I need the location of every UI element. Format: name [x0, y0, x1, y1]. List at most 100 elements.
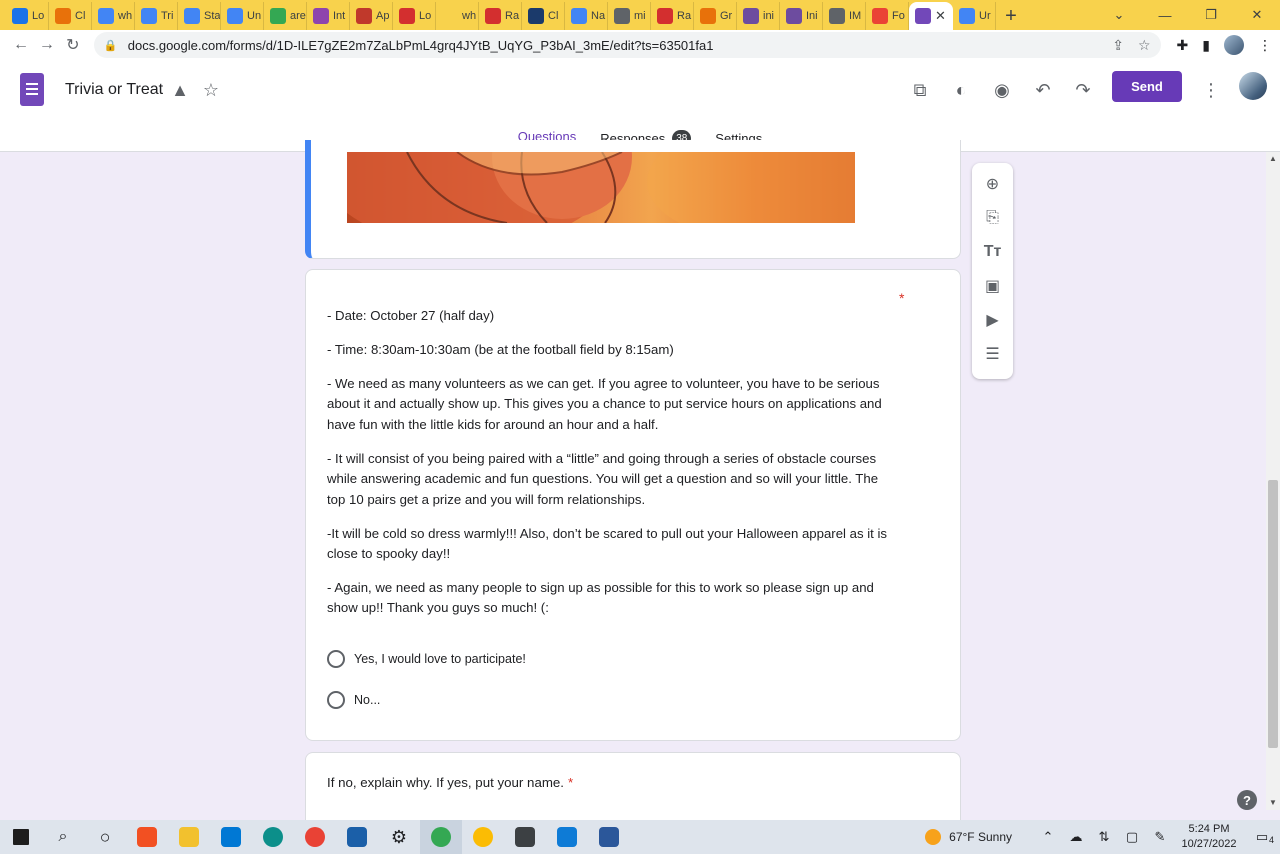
browser-tab[interactable]: Lo	[6, 2, 49, 30]
browser-tab[interactable]: Ini	[780, 2, 823, 30]
tab-label: Ur	[979, 10, 991, 22]
add-question-icon[interactable]: ⊕	[982, 173, 1004, 195]
restore-icon[interactable]: ❐	[1188, 0, 1234, 30]
extensions-icon[interactable]: ✚	[1177, 37, 1189, 54]
scroll-down-arrow-icon[interactable]: ▼	[1269, 798, 1277, 807]
browser-tab[interactable]: Sta	[178, 2, 221, 30]
option-no[interactable]: No...	[327, 691, 380, 709]
radio-button[interactable]	[327, 691, 345, 709]
browser-menu-icon[interactable]: ⋮	[1258, 37, 1272, 54]
reload-icon[interactable]: ↻	[60, 32, 86, 58]
header-image-card[interactable]	[305, 140, 961, 259]
browser-toolbar: ← → ↻ 🔒 docs.google.com/forms/d/1D-ILE7g…	[0, 30, 1280, 60]
form-title[interactable]: Trivia or Treat	[65, 81, 163, 99]
search-icon[interactable]: ⌕	[42, 820, 84, 854]
app-icon[interactable]	[504, 820, 546, 854]
browser-tab[interactable]: ini	[737, 2, 780, 30]
browser-tab[interactable]: Na	[565, 2, 608, 30]
question-card[interactable]: * - Date: October 27 (half day) - Time: …	[305, 269, 961, 741]
tab-favicon-icon	[442, 8, 458, 24]
import-questions-icon[interactable]: ⎘	[982, 207, 1004, 229]
browser-tab-active[interactable]: ✕	[909, 2, 953, 30]
chrome-icon[interactable]	[462, 820, 504, 854]
back-icon[interactable]: ←	[8, 32, 34, 58]
browser-tab[interactable]: Fo	[866, 2, 909, 30]
question-description[interactable]: - Date: October 27 (half day) - Time: 8:…	[327, 306, 895, 632]
share-icon[interactable]: ⇪	[1112, 37, 1124, 54]
meet-icon[interactable]: ▢	[1118, 829, 1146, 845]
chrome-icon[interactable]	[294, 820, 336, 854]
browser-tab[interactable]: are	[264, 2, 307, 30]
forward-icon[interactable]: →	[34, 32, 60, 58]
notifications-icon[interactable]: ▭ 4	[1244, 829, 1280, 845]
new-tab-icon[interactable]: +	[996, 2, 1026, 30]
browser-tab[interactable]: wh	[92, 2, 135, 30]
browser-tab[interactable]: Tri	[135, 2, 178, 30]
close-tab-icon[interactable]: ✕	[935, 8, 946, 24]
customize-theme-icon[interactable]: ◐	[949, 78, 973, 102]
browser-tab[interactable]: mi	[608, 2, 651, 30]
pen-icon[interactable]: ✎	[1146, 829, 1174, 845]
browser-tab[interactable]: IM	[823, 2, 866, 30]
bookmark-star-icon[interactable]: ☆	[1138, 37, 1151, 54]
browser-tab[interactable]: Ur	[953, 2, 996, 30]
weather-sun-icon[interactable]	[925, 829, 942, 845]
settings-gear-icon[interactable]: ⚙	[378, 820, 420, 854]
weather-text[interactable]: 67°F Sunny	[949, 830, 1012, 844]
network-icon[interactable]: ⇅	[1090, 829, 1118, 845]
clock[interactable]: 5:24 PM 10/27/2022	[1174, 822, 1244, 852]
forms-logo-icon[interactable]	[20, 73, 44, 106]
edge-icon[interactable]	[252, 820, 294, 854]
task-view-icon[interactable]: ○	[84, 820, 126, 854]
star-icon[interactable]: ☆	[199, 78, 223, 102]
browser-tab[interactable]: Ra	[479, 2, 522, 30]
option-yes[interactable]: Yes, I would love to participate!	[327, 650, 526, 668]
scroll-up-arrow-icon[interactable]: ▲	[1269, 154, 1277, 163]
browser-tab[interactable]: Ra	[651, 2, 694, 30]
page-scrollbar[interactable]: ▲ ▼	[1266, 152, 1280, 810]
tab-favicon-icon	[614, 8, 630, 24]
undo-icon[interactable]: ↶	[1031, 78, 1055, 102]
minimize-icon[interactable]: —	[1142, 0, 1188, 30]
addons-icon[interactable]: ⧉	[908, 78, 932, 102]
tab-favicon-icon	[399, 8, 415, 24]
url-text[interactable]: docs.google.com/forms/d/1D-ILE7gZE2m7ZaL…	[128, 38, 1112, 53]
mail-icon[interactable]	[210, 820, 252, 854]
help-icon[interactable]: ?	[1237, 790, 1257, 810]
address-bar[interactable]: 🔒 docs.google.com/forms/d/1D-ILE7gZE2m7Z…	[93, 32, 1161, 58]
add-title-icon[interactable]: Tт	[982, 241, 1004, 263]
profile-avatar[interactable]	[1224, 35, 1244, 55]
redo-icon[interactable]: ↷	[1071, 78, 1095, 102]
browser-tab[interactable]: Int	[307, 2, 350, 30]
browser-tab[interactable]: Lo	[393, 2, 436, 30]
more-options-icon[interactable]: ⋮	[1199, 78, 1223, 102]
add-image-icon[interactable]: ▣	[982, 275, 1004, 297]
browser-tab[interactable]: Cl	[522, 2, 565, 30]
scroll-thumb[interactable]	[1268, 480, 1278, 748]
file-explorer-icon[interactable]	[168, 820, 210, 854]
account-avatar[interactable]	[1239, 72, 1267, 100]
browser-tab[interactable]: Un	[221, 2, 264, 30]
radio-button[interactable]	[327, 650, 345, 668]
add-section-icon[interactable]: ☰	[982, 343, 1004, 365]
microsoft-store-icon[interactable]	[126, 820, 168, 854]
onedrive-cloud-icon[interactable]: ☁	[1062, 829, 1090, 845]
browser-tab[interactable]: Gr	[694, 2, 737, 30]
move-to-drive-icon[interactable]: ▲	[168, 78, 192, 102]
side-panel-icon[interactable]: ▮	[1202, 37, 1210, 54]
close-window-icon[interactable]: ✕	[1234, 0, 1280, 30]
send-button[interactable]: Send	[1112, 71, 1182, 102]
preview-eye-icon[interactable]: ◉	[990, 78, 1014, 102]
tab-search-icon[interactable]: ⌄	[1096, 0, 1142, 30]
browser-tab[interactable]: Cl	[49, 2, 92, 30]
browser-tab[interactable]: Ap	[350, 2, 393, 30]
windows-start-icon[interactable]	[0, 820, 42, 854]
chrome-icon[interactable]	[420, 820, 462, 854]
browser-tab[interactable]: wh cc	[436, 2, 479, 30]
photos-icon[interactable]	[336, 820, 378, 854]
add-video-icon[interactable]: ▶	[982, 309, 1004, 331]
tab-label: Ini	[806, 10, 818, 22]
chevron-up-icon[interactable]: ⌃	[1034, 829, 1062, 845]
word-icon[interactable]	[588, 820, 630, 854]
vscode-icon[interactable]	[546, 820, 588, 854]
